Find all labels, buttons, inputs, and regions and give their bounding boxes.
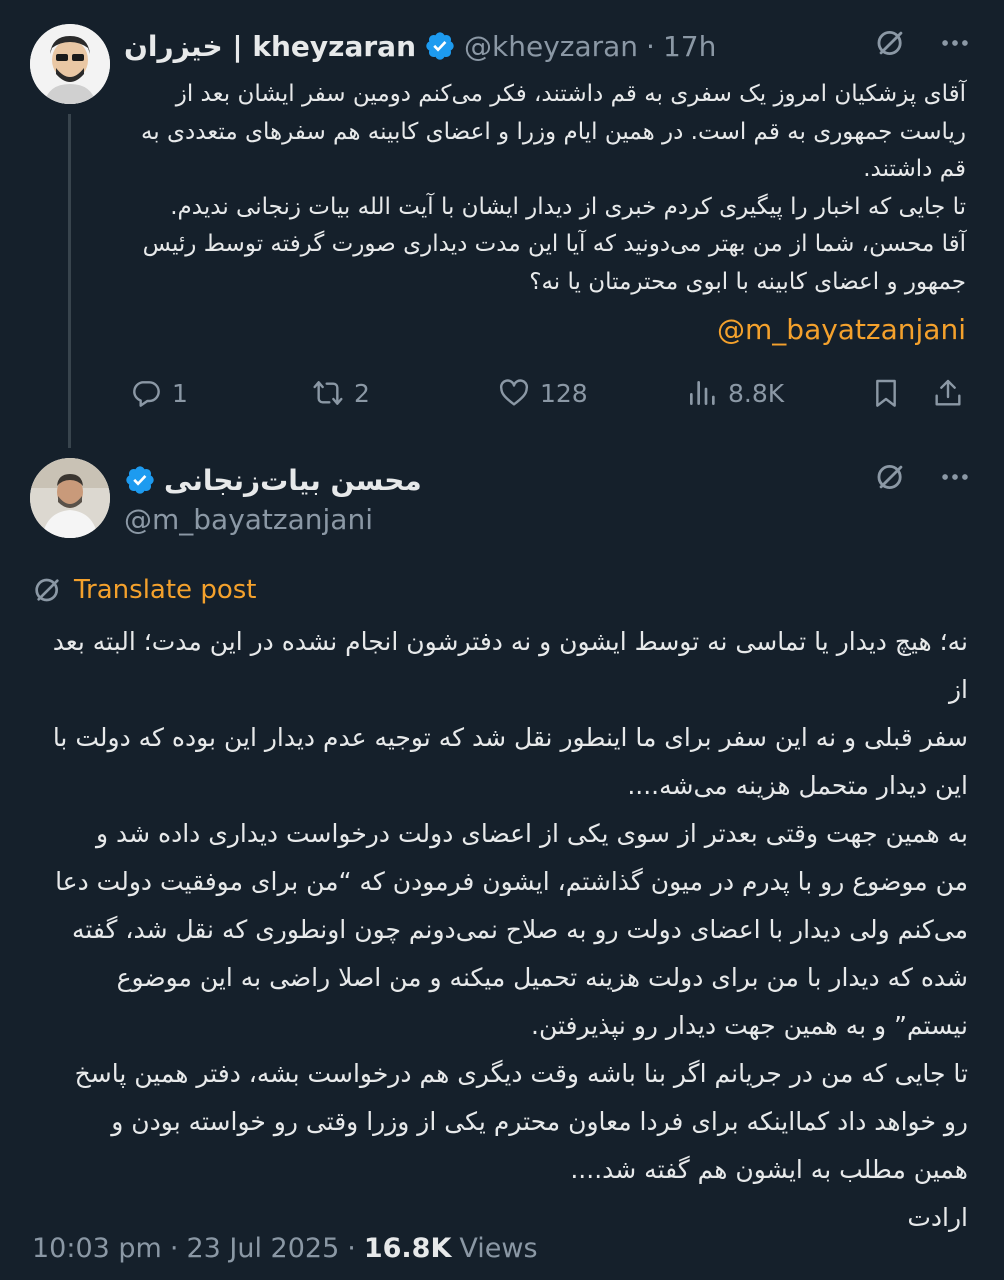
translate-post-label: Translate post [74, 575, 257, 605]
reply-icon [133, 381, 160, 407]
views-label: Views [459, 1232, 538, 1264]
heart-icon [499, 379, 529, 406]
bookmark-icon [876, 379, 896, 407]
parent-tweet-action-bar: 1 2 128 8.8K [124, 370, 966, 416]
translate-post-button[interactable]: Translate post [32, 570, 256, 610]
grok-icon[interactable] [874, 26, 908, 60]
reply-author-name-row: محسن بیات‌زنجانی [124, 460, 422, 500]
author-handle[interactable]: @kheyzaran [464, 30, 638, 63]
views-button[interactable]: 8.8K [686, 370, 784, 416]
post-date[interactable]: 23 Jul 2025 [186, 1233, 339, 1264]
mention-link[interactable]: @m_bayatzanjani [717, 313, 966, 346]
reply-tweet-body: نه؛ هیچ دیدار یا تماسی نه توسط ایشون و ن… [52, 627, 968, 1232]
reply-tweet-meta: 10:03 pm · 23 Jul 2025 · 16.8K Views [32, 1226, 538, 1270]
meta-separator: · [169, 1232, 179, 1264]
parent-header-actions [874, 26, 972, 60]
post-time[interactable]: 10:03 pm [32, 1233, 162, 1264]
verified-badge-icon [124, 464, 156, 496]
more-icon[interactable] [938, 460, 972, 494]
bookmark-button[interactable] [870, 370, 902, 416]
views-count: 8.8K [728, 378, 785, 408]
reply-author-display-name[interactable]: محسن بیات‌زنجانی [164, 464, 422, 497]
author-display-name[interactable]: خیزران | kheyzaran [124, 30, 416, 63]
verified-badge-icon [424, 30, 456, 62]
avatar-kheyzaran[interactable] [30, 24, 110, 104]
repost-button[interactable]: 2 [312, 370, 370, 416]
reply-button[interactable]: 1 [130, 370, 188, 416]
globe-icon [35, 578, 59, 602]
meta-separator: · [347, 1232, 356, 1264]
header-separator: · [646, 29, 655, 63]
views-total: 16.8K [363, 1232, 452, 1264]
views-icon [690, 381, 715, 405]
like-count: 128 [540, 378, 588, 408]
parent-tweet-body: آقای پزشکیان امروز یک سفری به قم داشتند،… [140, 81, 966, 295]
thread-connector-line [68, 114, 71, 448]
avatar-illustration [30, 24, 110, 104]
reply-header-actions [874, 460, 972, 494]
avatar-m-bayatzanjani[interactable] [30, 458, 110, 538]
share-button[interactable] [932, 370, 964, 416]
parent-tweet-header: خیزران | kheyzaran @kheyzaran · 17h [124, 26, 716, 66]
share-icon [935, 379, 961, 406]
avatar-photo [30, 458, 110, 538]
repost-count: 2 [354, 378, 370, 408]
more-icon[interactable] [938, 26, 972, 60]
grok-icon[interactable] [874, 460, 908, 494]
retweet-icon [313, 381, 343, 405]
reply-author-handle[interactable]: @m_bayatzanjani [124, 500, 373, 540]
reply-count: 1 [172, 378, 188, 408]
tweet-time[interactable]: 17h [663, 30, 716, 63]
parent-tweet-mention-row: @m_bayatzanjani [124, 310, 966, 350]
like-button[interactable]: 128 [498, 370, 588, 416]
